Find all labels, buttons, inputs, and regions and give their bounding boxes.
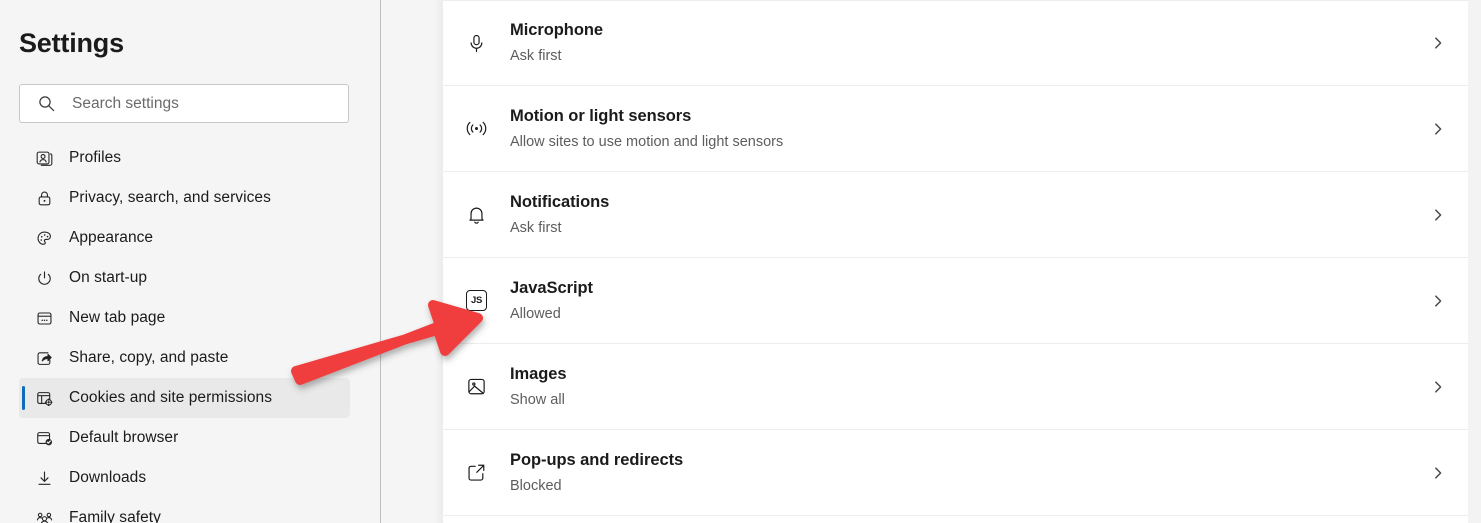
- sidebar-item-on-startup[interactable]: On start-up: [19, 258, 350, 298]
- settings-page: Settings Profi: [0, 0, 1481, 523]
- sidebar-item-label: On start-up: [69, 269, 148, 286]
- share-icon: [19, 349, 69, 368]
- search-settings-box[interactable]: [19, 84, 349, 123]
- right-edge-strip: [1468, 0, 1481, 523]
- site-permissions-list: Microphone Ask first Motion or light sen…: [443, 0, 1468, 523]
- permission-status: Ask first: [510, 219, 562, 236]
- permission-title: Images: [510, 364, 567, 383]
- popup-redirect-icon: [443, 462, 510, 483]
- permission-text: Notifications Ask first: [510, 192, 1408, 237]
- sidebar-item-default-browser[interactable]: Default browser: [19, 418, 350, 458]
- sidebar-item-share-copy-paste[interactable]: Share, copy, and paste: [19, 338, 350, 378]
- sidebar-item-label: Appearance: [69, 229, 154, 246]
- sidebar-item-label: Cookies and site permissions: [69, 389, 272, 406]
- sidebar-item-appearance[interactable]: Appearance: [19, 218, 350, 258]
- sidebar-item-profiles[interactable]: Profiles: [19, 138, 350, 178]
- sidebar-item-label: Family safety: [69, 509, 161, 523]
- page-title: Settings: [19, 28, 124, 58]
- chevron-right-icon[interactable]: [1408, 36, 1468, 50]
- cookies-settings-icon: [19, 389, 69, 408]
- new-tab-page-icon: [19, 309, 69, 328]
- bell-icon: [443, 204, 510, 225]
- chevron-right-icon[interactable]: [1408, 294, 1468, 308]
- permission-text: Pop-ups and redirects Blocked: [510, 450, 1408, 495]
- sidebar-nav: Profiles Privacy, search, and services A…: [0, 138, 380, 523]
- sidebar-item-label: Privacy, search, and services: [69, 189, 271, 206]
- permission-row-motion-or-light-sensors[interactable]: Motion or light sensors Allow sites to u…: [443, 86, 1468, 172]
- download-icon: [19, 469, 69, 488]
- permission-row-javascript[interactable]: JS JavaScript Allowed: [443, 258, 1468, 344]
- sidebar: Settings Profi: [0, 0, 381, 523]
- image-icon: [443, 376, 510, 397]
- permission-row-images[interactable]: Images Show all: [443, 344, 1468, 430]
- javascript-icon: JS: [443, 290, 510, 311]
- palette-icon: [19, 229, 69, 248]
- permission-title: Motion or light sensors: [510, 106, 692, 125]
- search-input[interactable]: [72, 85, 348, 122]
- permission-title: Pop-ups and redirects: [510, 450, 684, 469]
- sidebar-item-cookies-and-site-permissions[interactable]: Cookies and site permissions: [19, 378, 350, 418]
- permission-status: Blocked: [510, 477, 562, 494]
- chevron-right-icon[interactable]: [1408, 466, 1468, 480]
- sidebar-item-label: Share, copy, and paste: [69, 349, 229, 366]
- permission-title: Microphone: [510, 21, 603, 40]
- permission-row-popups-and-redirects[interactable]: Pop-ups and redirects Blocked: [443, 430, 1468, 516]
- motion-sensor-icon: [443, 118, 510, 139]
- family-people-icon: [19, 509, 69, 523]
- permission-status: Allow sites to use motion and light sens…: [510, 133, 784, 150]
- chevron-right-icon[interactable]: [1408, 122, 1468, 136]
- sidebar-item-new-tab-page[interactable]: New tab page: [19, 298, 350, 338]
- sidebar-item-label: Profiles: [69, 149, 122, 166]
- chevron-right-icon[interactable]: [1408, 208, 1468, 222]
- javascript-icon-label: JS: [466, 290, 487, 311]
- permission-title: Notifications: [510, 192, 610, 211]
- sidebar-item-family-safety[interactable]: Family safety: [19, 498, 350, 523]
- permission-text: Motion or light sensors Allow sites to u…: [510, 106, 1408, 151]
- permission-row-microphone[interactable]: Microphone Ask first: [443, 0, 1468, 86]
- sidebar-item-privacy-search-services[interactable]: Privacy, search, and services: [19, 178, 350, 218]
- sidebar-item-label: New tab page: [69, 309, 166, 326]
- permission-text: JavaScript Allowed: [510, 278, 1408, 323]
- sidebar-item-downloads[interactable]: Downloads: [19, 458, 350, 498]
- permission-text: Microphone Ask first: [510, 20, 1408, 65]
- microphone-icon: [443, 33, 510, 54]
- permission-status: Show all: [510, 391, 565, 408]
- permission-text: Images Show all: [510, 364, 1408, 409]
- permission-status: Allowed: [510, 305, 561, 322]
- search-icon: [20, 95, 72, 112]
- permission-row-notifications[interactable]: Notifications Ask first: [443, 172, 1468, 258]
- sidebar-item-label: Default browser: [69, 429, 179, 446]
- default-browser-icon: [19, 429, 69, 448]
- lock-icon: [19, 189, 69, 208]
- permission-title: JavaScript: [510, 278, 593, 297]
- sidebar-content-gap: [382, 0, 443, 523]
- permission-status: Ask first: [510, 48, 562, 65]
- sidebar-item-label: Downloads: [69, 469, 147, 486]
- chevron-right-icon[interactable]: [1408, 380, 1468, 394]
- power-icon: [19, 269, 69, 288]
- profile-card-icon: [19, 149, 69, 168]
